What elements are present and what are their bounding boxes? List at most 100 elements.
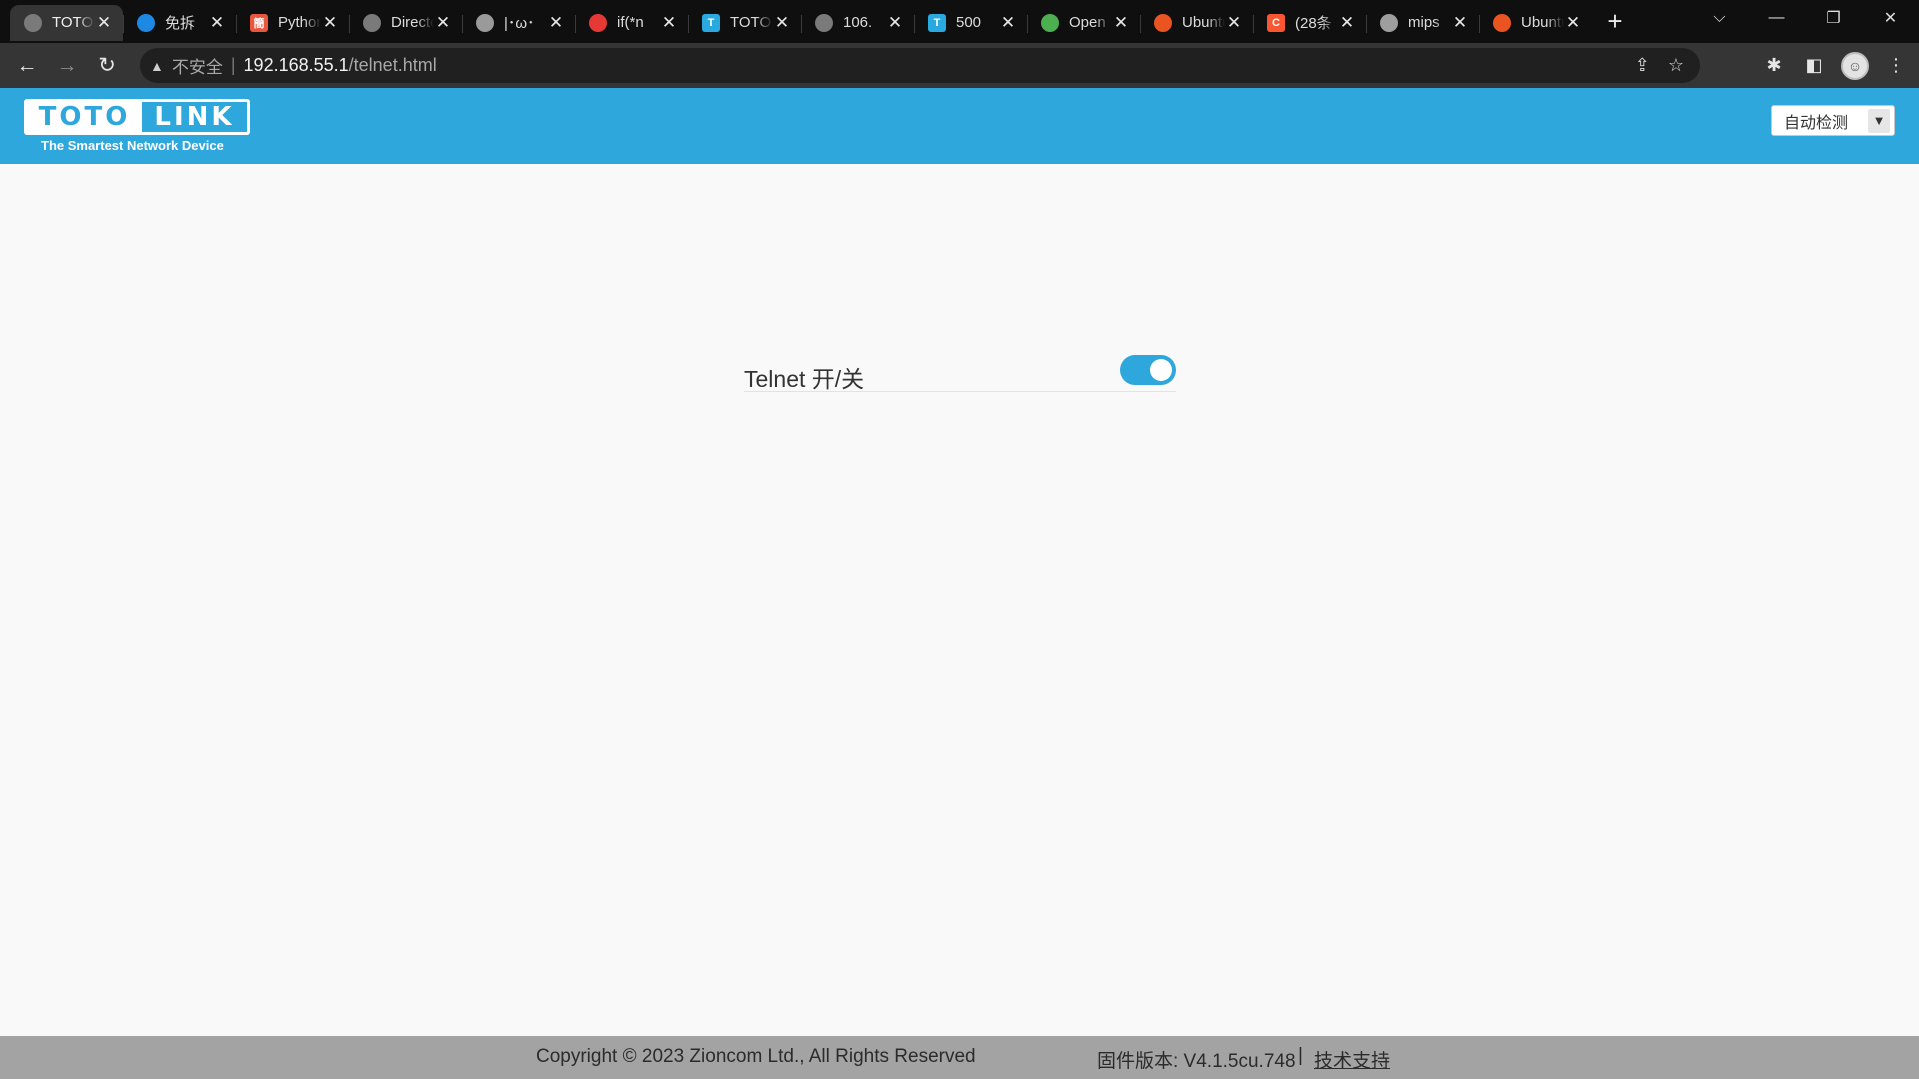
reload-icon[interactable]: ↻ bbox=[87, 48, 127, 84]
tab-title: if(*n bbox=[617, 14, 644, 31]
logo-part-toto: TOTO bbox=[27, 102, 142, 132]
minimize-icon[interactable]: — bbox=[1748, 0, 1805, 36]
close-tab-icon[interactable]: ✕ bbox=[999, 13, 1017, 32]
close-tab-icon[interactable]: ✕ bbox=[1225, 13, 1243, 32]
telnet-setting-row: Telnet 开/关 bbox=[744, 352, 1176, 392]
toggle-knob bbox=[1150, 359, 1172, 381]
tab-title: Python bbox=[278, 14, 321, 31]
site-icon bbox=[137, 13, 155, 32]
tab-title: mips bbox=[1408, 14, 1440, 31]
totolink-logo: TOTO LINK The Smartest Network Device bbox=[24, 99, 250, 154]
browser-tab[interactable]: |･ω･ ✕ bbox=[462, 5, 575, 41]
tab-title: TOTOLINK bbox=[730, 14, 773, 31]
extensions-icon[interactable]: ✱ bbox=[1761, 55, 1787, 76]
tab-title: Ubuntu bbox=[1521, 14, 1564, 31]
browser-tab[interactable]: T TOTOLINK✕ bbox=[688, 5, 801, 41]
close-tab-icon[interactable]: ✕ bbox=[434, 13, 452, 32]
firmware-version: 固件版本: V4.1.5cu.748 bbox=[1097, 1051, 1296, 1072]
address-separator: | bbox=[230, 55, 236, 75]
profile-avatar[interactable]: ☺ bbox=[1841, 51, 1869, 80]
close-tab-icon[interactable]: ✕ bbox=[547, 13, 565, 32]
tab-title: TOTOLINK bbox=[52, 14, 95, 31]
browser-tab[interactable]: TOTOLINK✕ bbox=[10, 4, 123, 41]
address-bar[interactable]: ▲ 不安全 | 192.168.55.1 /telnet.html ⇪ ☆ bbox=[140, 48, 1700, 83]
close-tab-icon[interactable]: ✕ bbox=[886, 13, 904, 32]
page-header: TOTO LINK The Smartest Network Device 自动… bbox=[0, 88, 1919, 164]
menu-icon[interactable]: ⋮ bbox=[1883, 55, 1909, 76]
close-tab-icon[interactable]: ✕ bbox=[660, 13, 678, 32]
browser-tab[interactable]: Directory✕ bbox=[349, 5, 462, 41]
browser-tab[interactable]: 簡 Python ✕ bbox=[236, 5, 349, 41]
close-tab-icon[interactable]: ✕ bbox=[95, 13, 113, 32]
warning-icon[interactable]: ▲ bbox=[150, 58, 164, 74]
tab-title: 500 bbox=[956, 14, 982, 31]
tab-title: 免拆 bbox=[165, 15, 196, 32]
logo-wordmark: TOTO LINK bbox=[24, 99, 250, 135]
tech-support-link[interactable]: 技术支持 bbox=[1314, 1046, 1390, 1073]
close-tab-icon[interactable]: ✕ bbox=[208, 13, 226, 32]
close-tab-icon[interactable]: ✕ bbox=[321, 13, 339, 32]
close-tab-icon[interactable]: ✕ bbox=[773, 13, 791, 32]
toolbar-actions: ✱ ◧ ☺ ⋮ bbox=[1761, 43, 1909, 88]
tab-title: 106. bbox=[843, 14, 873, 31]
tab-title: Directory bbox=[391, 14, 434, 31]
url-host: 192.168.55.1 bbox=[243, 55, 349, 75]
copyright-text: Copyright © 2023 Zioncom Ltd., All Right… bbox=[536, 1046, 976, 1067]
close-tab-icon[interactable]: ✕ bbox=[1564, 13, 1582, 32]
ubuntu-icon bbox=[1493, 13, 1511, 32]
telnet-toggle[interactable] bbox=[1120, 355, 1176, 385]
site-icon bbox=[589, 13, 607, 32]
tab-title: Ubuntu bbox=[1182, 14, 1225, 31]
ubuntu-icon bbox=[1154, 13, 1172, 32]
share-icon[interactable]: ⇪ bbox=[1635, 55, 1650, 76]
globe-icon bbox=[363, 13, 381, 32]
tab-search-icon[interactable]: ⌵ bbox=[1691, 0, 1748, 36]
t-icon: T bbox=[928, 13, 946, 32]
tab-title: |･ω･ bbox=[504, 15, 535, 32]
logo-tagline: The Smartest Network Device bbox=[41, 138, 224, 153]
browser-tab[interactable]: Open ✕ bbox=[1027, 5, 1140, 41]
back-icon[interactable]: ← bbox=[7, 48, 47, 84]
browser-tab[interactable]: 免拆 ✕ bbox=[123, 5, 236, 41]
page-footer: Copyright © 2023 Zioncom Ltd., All Right… bbox=[0, 1036, 1919, 1079]
tab-list: TOTOLINK✕免拆✕簡Python✕Directory✕|･ω･✕if(*n… bbox=[0, 0, 1630, 43]
close-window-icon[interactable]: ✕ bbox=[1862, 0, 1919, 36]
language-selected-value: 自动检测 bbox=[1784, 114, 1849, 132]
site-icon bbox=[1041, 13, 1059, 32]
browser-tab[interactable]: Ubuntu✕ bbox=[1140, 5, 1253, 41]
chevron-down-icon: ▼ bbox=[1868, 108, 1890, 133]
omnibox-actions: ⇪ ☆ bbox=[1635, 48, 1684, 83]
browser-tab[interactable]: C (28条 ✕ bbox=[1253, 5, 1366, 41]
globe-icon bbox=[476, 13, 494, 32]
tab-title: (28条 bbox=[1295, 15, 1332, 32]
jianshu-icon: 簡 bbox=[250, 13, 268, 32]
browser-tab[interactable]: if(*n ✕ bbox=[575, 5, 688, 41]
forward-icon[interactable]: → bbox=[47, 48, 87, 84]
window-controls: ⌵ — ❐ ✕ bbox=[1691, 0, 1919, 36]
site-icon bbox=[1380, 13, 1398, 32]
browser-tab[interactable]: 106. ✕ bbox=[801, 5, 914, 41]
language-select[interactable]: 自动检测 ▼ bbox=[1771, 105, 1895, 136]
logo-part-link: LINK bbox=[154, 102, 235, 132]
browser-tab[interactable]: T 500 ✕ bbox=[914, 5, 1027, 41]
side-panel-icon[interactable]: ◧ bbox=[1801, 55, 1827, 76]
browser-tab[interactable]: Ubuntu✕ bbox=[1479, 5, 1592, 41]
browser-toolbar: ← → ↻ ▲ 不安全 | 192.168.55.1 /telnet.html … bbox=[0, 43, 1919, 88]
browser-tab-strip: TOTOLINK✕免拆✕簡Python✕Directory✕|･ω･✕if(*n… bbox=[0, 0, 1919, 43]
bookmark-star-icon[interactable]: ☆ bbox=[1668, 55, 1684, 76]
url-path: /telnet.html bbox=[348, 55, 437, 75]
insecure-label[interactable]: 不安全 bbox=[172, 53, 223, 78]
restore-icon[interactable]: ❐ bbox=[1805, 0, 1862, 36]
tab-title: Open bbox=[1069, 14, 1106, 31]
csdn-icon: C bbox=[1267, 13, 1285, 32]
close-tab-icon[interactable]: ✕ bbox=[1451, 13, 1469, 32]
footer-separator: | bbox=[1298, 1045, 1303, 1066]
globe-icon bbox=[815, 13, 833, 32]
globe-icon bbox=[24, 13, 42, 32]
close-tab-icon[interactable]: ✕ bbox=[1338, 13, 1356, 32]
t-icon: T bbox=[702, 13, 720, 32]
telnet-label: Telnet 开/关 bbox=[744, 366, 865, 392]
browser-tab[interactable]: mips ✕ bbox=[1366, 5, 1479, 41]
new-tab-icon[interactable]: + bbox=[1600, 6, 1630, 37]
close-tab-icon[interactable]: ✕ bbox=[1112, 13, 1130, 32]
